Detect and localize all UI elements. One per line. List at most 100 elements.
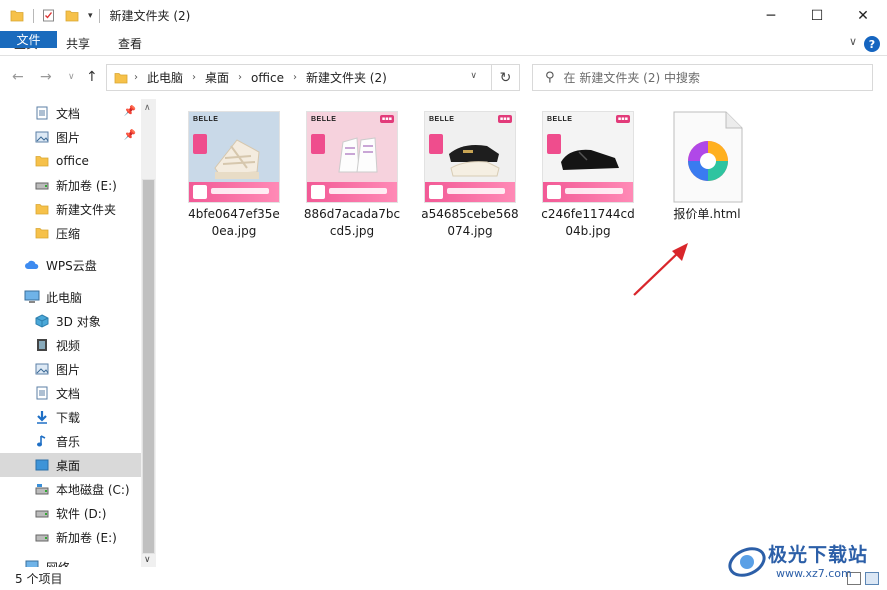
thumbnail-brand-logo: BELLE — [547, 116, 573, 123]
nav-item-label: 软件 (D:) — [56, 506, 107, 521]
explorer-window: ▾ 新建文件夹 (2) ─ ☐ ✕ 文件 主页 共享 查看 ∨ ? ← → ∨ … — [0, 0, 887, 590]
browser-html-icon — [671, 111, 743, 203]
nav-item-label: WPS云盘 — [46, 258, 97, 273]
nav-item-drive-c[interactable]: 本地磁盘 (C:) — [0, 477, 141, 501]
nav-item-label: 文档 — [56, 386, 81, 401]
nav-item-label: 音乐 — [56, 434, 81, 449]
help-icon[interactable]: ? — [864, 36, 880, 52]
nav-item-music[interactable]: 音乐 — [0, 429, 141, 453]
breadcrumb-separator-icon[interactable]: › — [293, 72, 297, 83]
address-history-chevron-icon[interactable]: ∨ — [470, 71, 477, 81]
nav-item-label: 网络 — [46, 559, 70, 568]
file-name: c246fe11744cd04b.jpg — [541, 207, 635, 238]
refresh-icon[interactable]: ↻ — [491, 65, 519, 90]
nav-scrollbar[interactable]: ∧ ∨ — [141, 99, 156, 567]
breadcrumb-item[interactable]: 此电脑 — [147, 69, 183, 86]
file-item[interactable]: BELLE ▪▪▪ c246fe11744cd04b.jpg — [533, 111, 643, 240]
nav-item-label: 新加卷 (E:) — [56, 178, 117, 193]
thumbnail-price-band — [543, 182, 633, 202]
file-item[interactable]: BELLE ▪▪▪ a54685cebe568074.jpg — [415, 111, 525, 240]
nav-item-pictures[interactable]: 图片 — [0, 357, 141, 381]
search-input[interactable] — [563, 70, 854, 85]
close-button[interactable]: ✕ — [840, 0, 886, 31]
nav-item-videos[interactable]: 视频 — [0, 333, 141, 357]
thumbnail-tag: ▪▪▪ — [497, 115, 512, 123]
nav-item-pictures-pinned[interactable]: 图片 📌 — [0, 125, 141, 149]
breadcrumb-separator-icon[interactable]: › — [192, 72, 196, 83]
image-thumbnail: BELLE ▪▪▪ — [542, 111, 634, 203]
breadcrumb-separator-icon[interactable]: › — [134, 72, 138, 83]
pin-icon[interactable]: 📌 — [124, 130, 136, 141]
up-arrow-icon[interactable]: ↑ — [86, 69, 98, 85]
minimize-button[interactable]: ─ — [748, 0, 794, 31]
forward-arrow-icon[interactable]: → — [40, 69, 52, 85]
cloud-icon — [24, 258, 40, 272]
thumbnail-promo-badge — [193, 134, 207, 154]
back-arrow-icon[interactable]: ← — [12, 69, 24, 85]
loafer-image — [449, 145, 500, 177]
download-icon — [34, 410, 50, 424]
nav-item-3d-objects[interactable]: 3D 对象 — [0, 309, 141, 333]
nav-item-new-folder[interactable]: 新建文件夹 — [0, 197, 141, 221]
address-bar[interactable]: › 此电脑 › 桌面 › office › 新建文件夹 (2) ∨ ↻ — [106, 64, 520, 91]
thumbnail-brand-logo: BELLE — [193, 116, 219, 123]
expand-ribbon-chevron-icon[interactable]: ∨ — [849, 35, 857, 48]
nav-item-drive-e-quick[interactable]: 新加卷 (E:) — [0, 173, 141, 197]
video-icon — [34, 338, 50, 352]
folder-icon — [114, 72, 128, 83]
breadcrumb-item[interactable]: 新建文件夹 (2) — [306, 69, 387, 86]
nav-item-documents-pinned[interactable]: 文档 📌 — [0, 101, 141, 125]
tab-file[interactable]: 文件 — [0, 31, 57, 48]
nav-item-downloads[interactable]: 下载 — [0, 405, 141, 429]
network-icon — [24, 560, 40, 567]
tab-view[interactable]: 查看 — [104, 31, 156, 55]
file-item-selected-html[interactable]: 报价单.html — [652, 111, 762, 223]
navigation-pane: 文档 📌 图片 📌 office 新加卷 (E:) 新建文件夹 压缩 WPS云盘 — [0, 99, 156, 567]
scrollbar-thumb[interactable] — [142, 179, 155, 554]
nav-item-documents[interactable]: 文档 — [0, 381, 141, 405]
thumbnail-promo-badge — [311, 134, 325, 154]
scroll-up-chevron-icon[interactable]: ∧ — [144, 103, 151, 113]
nav-item-network[interactable]: 网络 — [0, 555, 141, 567]
nav-item-office[interactable]: office — [0, 149, 141, 173]
file-name: 886d7acada7bccd5.jpg — [303, 207, 401, 238]
thumbnail-brand-logo: BELLE — [311, 116, 337, 123]
breadcrumb-separator-icon[interactable]: › — [238, 72, 242, 83]
nav-item-label: 下载 — [56, 410, 81, 425]
nav-item-label: 文档 — [56, 106, 81, 121]
customize-toolbar-dropdown[interactable]: ▾ — [88, 11, 93, 21]
nav-item-wps-cloud[interactable]: WPS云盘 — [0, 253, 141, 277]
music-icon — [34, 434, 50, 448]
nav-item-desktop[interactable]: 桌面 — [0, 453, 141, 477]
item-count: 5 个项目 — [15, 572, 63, 586]
quick-access-toolbar: ▾ — [10, 8, 108, 23]
toolbar-divider — [33, 8, 34, 23]
scroll-down-chevron-icon[interactable]: ∨ — [144, 555, 151, 565]
breadcrumb-item[interactable]: 桌面 — [205, 69, 229, 86]
maximize-button[interactable]: ☐ — [794, 0, 840, 31]
watermark-logo-icon — [728, 547, 766, 577]
file-item[interactable]: BELLE 4bfe0647ef35e0ea.jpg — [179, 111, 289, 240]
thumbnail-price-band — [307, 182, 397, 202]
nav-item-drive-e[interactable]: 新加卷 (E:) — [0, 525, 141, 549]
file-name: 4bfe0647ef35e0ea.jpg — [188, 207, 280, 238]
folder-icon — [34, 202, 50, 216]
toolbar-divider — [98, 8, 100, 23]
breadcrumb: › 此电脑 › 桌面 › office › 新建文件夹 (2) — [134, 69, 387, 86]
pin-icon[interactable]: 📌 — [124, 106, 136, 117]
nav-item-label: 新建文件夹 — [56, 202, 117, 217]
file-list: BELLE 4bfe0647ef35e0ea.jpg BELLE ▪▪▪ 886… — [157, 99, 887, 567]
image-thumbnail: BELLE ▪▪▪ — [306, 111, 398, 203]
drive-icon — [34, 178, 50, 192]
search-box[interactable]: ⚲ — [532, 64, 873, 91]
nav-item-this-pc[interactable]: 此电脑 — [0, 285, 141, 309]
file-item[interactable]: BELLE ▪▪▪ 886d7acada7bccd5.jpg — [297, 111, 407, 240]
properties-icon[interactable] — [42, 9, 56, 22]
breadcrumb-item[interactable]: office — [251, 71, 284, 85]
nav-item-drive-d[interactable]: 软件 (D:) — [0, 501, 141, 525]
recent-locations-chevron-icon[interactable]: ∨ — [68, 72, 75, 82]
folder-icon — [34, 154, 50, 168]
nav-item-compress[interactable]: 压缩 — [0, 221, 141, 245]
new-folder-icon[interactable] — [65, 9, 79, 22]
tab-share[interactable]: 共享 — [52, 31, 104, 55]
